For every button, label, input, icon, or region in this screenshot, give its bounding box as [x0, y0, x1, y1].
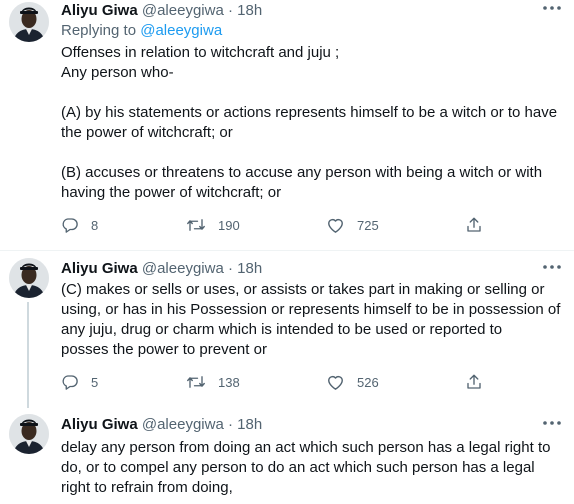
more-options-button[interactable] [542, 419, 562, 431]
tweet-text-line: any juju, drug or charm which is intende… [61, 321, 503, 338]
avatar-image [9, 258, 49, 298]
heart-icon [328, 375, 343, 390]
author-name[interactable]: Aliyu Giwa [61, 260, 138, 277]
share-icon [467, 217, 481, 232]
retweet-button[interactable]: 138 [186, 372, 240, 392]
tweet-actions: 5 138 526 [61, 372, 501, 392]
reply-count: 8 [91, 217, 99, 233]
tweet-actions: 8 190 725 [61, 215, 501, 235]
separator-dot: · [227, 260, 233, 277]
tweet-text: delay any person from doing an act which… [61, 438, 566, 498]
more-horizontal-icon [543, 6, 561, 10]
tweet-text: (C) makes or sells or uses, or assists o… [61, 280, 566, 360]
avatar-image [9, 414, 49, 454]
reply-button[interactable]: 5 [61, 372, 98, 392]
reply-count: 5 [91, 374, 99, 390]
tweet-text-line: (A) by his statements or actions represe… [61, 104, 558, 121]
author-handle[interactable]: @aleeygiwa [142, 260, 224, 277]
tweet[interactable]: Aliyu Giwa @aleeygiwa · 18h Replying to … [0, 0, 574, 250]
tweet-text-line: Offenses in relation to witchcraft and j… [61, 44, 340, 61]
tweet-time[interactable]: 18h [237, 260, 262, 277]
like-count: 725 [357, 217, 379, 233]
tweet-text-line: right to refrain from doing, [61, 479, 233, 496]
retweet-icon [187, 376, 205, 388]
more-horizontal-icon [543, 421, 561, 425]
author-handle[interactable]: @aleeygiwa [142, 2, 224, 19]
reply-icon [62, 375, 78, 390]
replying-to: Replying to @aleeygiwa [61, 21, 222, 41]
retweet-button[interactable]: 190 [186, 215, 240, 235]
reply-button[interactable]: 8 [61, 215, 98, 235]
avatar[interactable] [9, 414, 49, 454]
author-name[interactable]: Aliyu Giwa [61, 2, 138, 19]
tweet[interactable]: Aliyu Giwa @aleeygiwa · 18h delay any pe… [0, 408, 574, 504]
author-handle[interactable]: @aleeygiwa [142, 416, 224, 433]
separator-dot: · [227, 416, 233, 433]
tweet-text-line: (B) accuses or threatens to accuse any p… [61, 164, 543, 181]
replying-to-label: Replying to [61, 22, 137, 39]
thread-connector [27, 302, 29, 408]
tweet-time[interactable]: 18h [237, 416, 262, 433]
tweet-text-line: delay any person from doing an act which… [61, 439, 551, 456]
tweet-header: Aliyu Giwa @aleeygiwa · 18h [61, 416, 262, 434]
tweet-time[interactable]: 18h [237, 2, 262, 19]
avatar[interactable] [9, 258, 49, 298]
share-icon [467, 374, 481, 389]
like-count: 526 [357, 374, 379, 390]
tweet-text-line: the power of witchcraft; or [61, 124, 233, 141]
retweet-icon [187, 219, 205, 231]
share-button[interactable] [465, 215, 483, 235]
separator-dot: · [227, 2, 233, 19]
tweet-text-line: do, or to compel any person to do an act… [61, 459, 535, 476]
tweet-text-line: (C) makes or sells or uses, or assists o… [61, 281, 545, 298]
more-options-button[interactable] [542, 263, 562, 275]
tweet-text: Offenses in relation to witchcraft and j… [61, 43, 566, 203]
reply-icon [62, 218, 78, 233]
retweet-count: 138 [218, 374, 240, 390]
tweet[interactable]: Aliyu Giwa @aleeygiwa · 18h (C) makes or… [0, 250, 574, 408]
replying-to-handle[interactable]: @aleeygiwa [140, 22, 222, 39]
more-horizontal-icon [543, 265, 561, 269]
author-name[interactable]: Aliyu Giwa [61, 416, 138, 433]
tweet-text-line: Any person who- [61, 64, 174, 81]
more-options-button[interactable] [542, 4, 562, 16]
heart-icon [328, 218, 343, 233]
tweet-header: Aliyu Giwa @aleeygiwa · 18h [61, 260, 262, 278]
tweet-text-line: using, or has in his Possession or repre… [61, 301, 561, 318]
tweet-text-line: posses the power to prevent or [61, 341, 267, 358]
tweet-text-line: having the power of witchcraft; or [61, 184, 282, 201]
tweet-header: Aliyu Giwa @aleeygiwa · 18h [61, 2, 262, 20]
share-button[interactable] [465, 372, 483, 392]
retweet-count: 190 [218, 217, 240, 233]
avatar[interactable] [9, 2, 49, 42]
like-button[interactable]: 526 [326, 372, 379, 392]
avatar-image [9, 2, 49, 42]
like-button[interactable]: 725 [326, 215, 379, 235]
